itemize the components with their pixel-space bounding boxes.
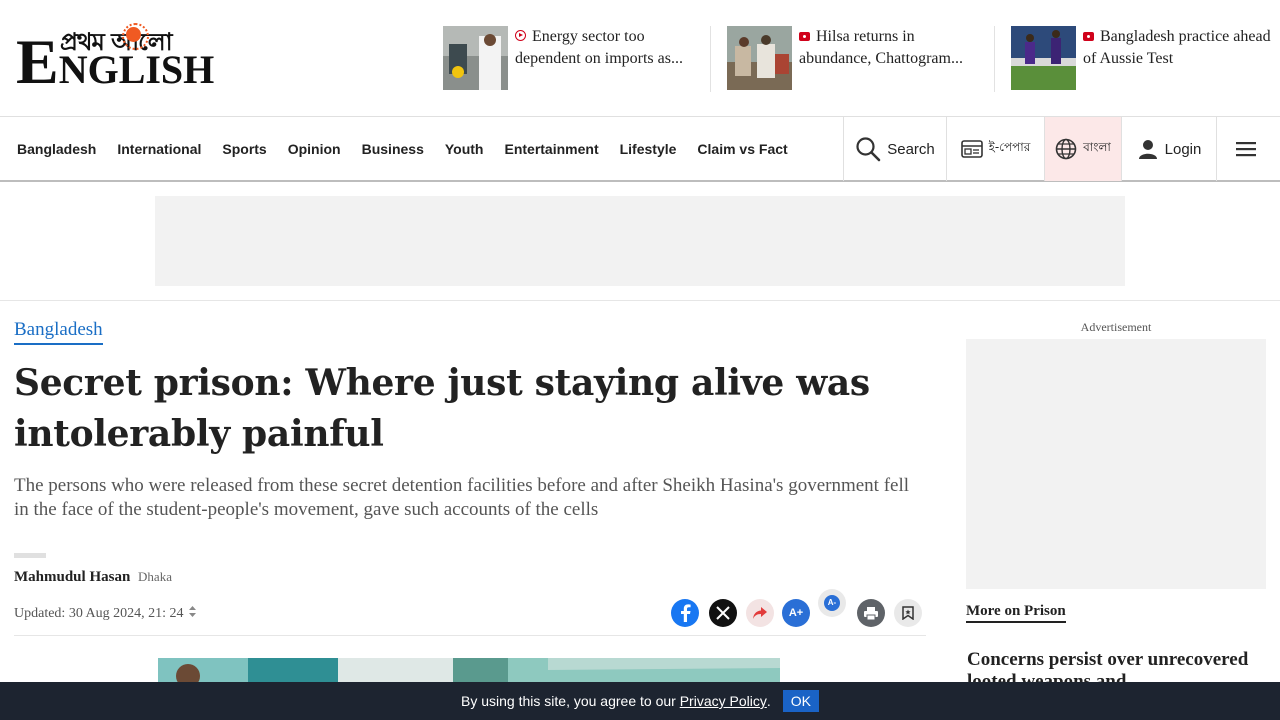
share-arrow-icon	[753, 607, 767, 619]
story-thumbnail[interactable]	[727, 26, 792, 90]
article-summary: The persons who were released from these…	[14, 475, 910, 520]
video-icon	[515, 30, 526, 41]
story-headline[interactable]: Bangladesh practice ahead of Aussie Test	[1083, 26, 1271, 70]
nav-tools: Search ই-পেপার বাংলা Login	[843, 117, 1280, 181]
cookie-period: .	[766, 693, 771, 709]
story-headline[interactable]: Energy sector too dependent on imports a…	[515, 26, 703, 70]
top-story[interactable]: Energy sector too dependent on imports a…	[443, 26, 703, 92]
newspaper-icon	[960, 140, 983, 158]
x-logo-icon	[716, 606, 730, 620]
more-on-heading[interactable]: More on Prison	[966, 603, 1066, 623]
advertisement-label: Advertisement	[1080, 320, 1152, 334]
login-button[interactable]: Login	[1121, 117, 1216, 181]
cookie-ok-button[interactable]: OK	[782, 690, 819, 712]
story-thumbnail[interactable]	[443, 26, 508, 90]
bookmark-icon	[902, 606, 914, 620]
font-decrease-button[interactable]: A-	[818, 589, 846, 617]
x-share-button[interactable]	[709, 599, 737, 627]
story-headline[interactable]: Hilsa returns in abundance, Chattogram..…	[799, 26, 987, 70]
divider	[14, 635, 926, 636]
site-logo[interactable]: প্রথম আলো ENGLISH	[16, 23, 214, 94]
epaper-label: ই-পেপার	[988, 140, 1031, 154]
cookie-text: By using this site, you agree to our	[461, 693, 676, 709]
cookie-consent-bar: By using this site, you agree to our Pri…	[0, 682, 1280, 720]
updated-text: Updated: 30 Aug 2024, 21: 24	[14, 606, 184, 621]
user-icon	[1138, 140, 1157, 159]
facebook-icon	[681, 604, 691, 622]
byline: Mahmudul Hasan Dhaka	[14, 569, 172, 586]
nav-item-bangladesh[interactable]: Bangladesh	[17, 141, 96, 157]
epaper-button[interactable]: ই-পেপার	[946, 117, 1044, 181]
story-thumbnail[interactable]	[1011, 26, 1076, 90]
divider	[14, 553, 46, 558]
font-increase-button[interactable]: A+	[782, 599, 810, 627]
sidebar-ad[interactable]	[966, 339, 1266, 589]
hamburger-menu-button[interactable]	[1216, 117, 1280, 181]
nav-item-opinion[interactable]: Opinion	[288, 141, 341, 157]
nav-item-international[interactable]: International	[117, 141, 201, 157]
printer-icon	[864, 606, 878, 620]
nav-item-business[interactable]: Business	[362, 141, 424, 157]
ad-banner[interactable]	[155, 196, 1125, 286]
sort-toggle-icon	[189, 606, 197, 617]
main-nav: Bangladesh International Sports Opinion …	[0, 116, 1280, 182]
top-story[interactable]: Hilsa returns in abundance, Chattogram..…	[727, 26, 987, 92]
article-title: Secret prison: Where just staying alive …	[14, 362, 870, 455]
nav-item-youth[interactable]: Youth	[445, 141, 484, 157]
author-name[interactable]: Mahmudul Hasan	[14, 569, 130, 585]
share-button[interactable]	[746, 599, 774, 627]
bangla-label: বাংলা	[1083, 140, 1111, 154]
font-decrease-label: A-	[824, 595, 840, 611]
photo-icon	[1083, 32, 1094, 41]
font-increase-label: A+	[788, 607, 804, 619]
logo-english-text: ENGLISH	[16, 26, 215, 97]
bangla-language-button[interactable]: বাংলা	[1044, 117, 1121, 181]
divider	[710, 26, 711, 92]
nav-menu: Bangladesh International Sports Opinion …	[17, 117, 809, 181]
nav-item-sports[interactable]: Sports	[222, 141, 266, 157]
privacy-policy-link[interactable]: Privacy Policy	[680, 693, 767, 709]
nav-item-lifestyle[interactable]: Lifestyle	[620, 141, 677, 157]
divider	[994, 26, 995, 92]
bookmark-button[interactable]	[894, 599, 922, 627]
login-label: Login	[1164, 140, 1202, 158]
search-label: Search	[887, 140, 935, 158]
divider	[0, 300, 1280, 301]
search-button[interactable]: Search	[843, 117, 946, 181]
facebook-share-button[interactable]	[671, 599, 699, 627]
menu-icon	[1235, 142, 1256, 157]
nav-item-entertainment[interactable]: Entertainment	[504, 141, 598, 157]
section-link[interactable]: Bangladesh	[14, 318, 103, 345]
top-story[interactable]: Bangladesh practice ahead of Aussie Test	[1011, 26, 1271, 92]
author-location: Dhaka	[138, 569, 172, 584]
search-icon	[856, 137, 881, 162]
updated-time[interactable]: Updated: 30 Aug 2024, 21: 24	[14, 606, 197, 622]
print-button[interactable]	[857, 599, 885, 627]
photo-icon	[799, 32, 810, 41]
globe-icon	[1055, 138, 1077, 160]
top-header: প্রথম আলো ENGLISH Energy sector too depe…	[0, 0, 1280, 117]
nav-item-claim-vs-fact[interactable]: Claim vs Fact	[697, 141, 787, 157]
